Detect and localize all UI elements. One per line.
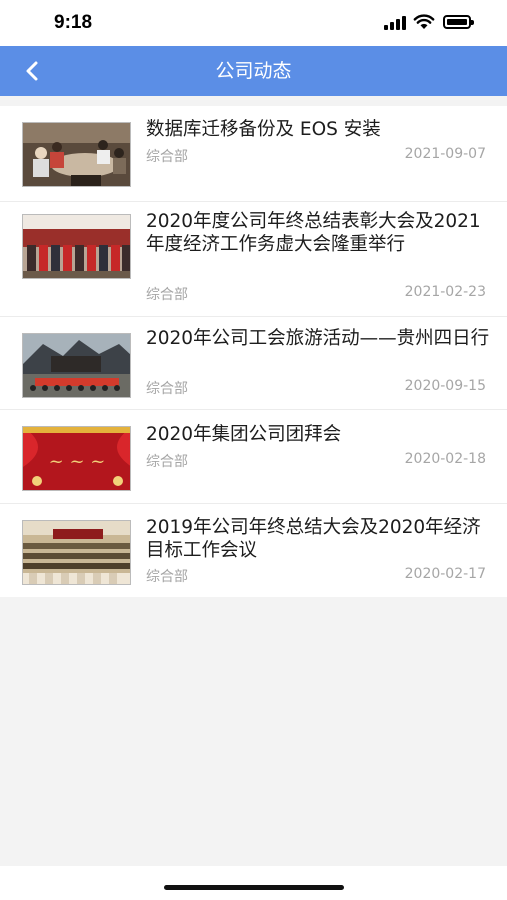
news-thumbnail: ~ ~ ~ xyxy=(22,426,131,491)
news-thumbnail xyxy=(22,520,131,585)
svg-text:~ ~ ~: ~ ~ ~ xyxy=(49,451,106,472)
news-thumbnail xyxy=(22,122,131,187)
news-item[interactable]: 2020年度公司年终总结表彰大会及2021年度经济工作务虚大会隆重举行 综合部 … xyxy=(0,202,507,317)
nav-bar: 公司动态 xyxy=(0,46,507,96)
status-time: 9:18 xyxy=(54,12,93,33)
news-title: 2020年度公司年终总结表彰大会及2021年度经济工作务虚大会隆重举行 xyxy=(146,211,481,255)
news-list: 数据库迁移备份及 EOS 安装 综合部 2021-09-07 2020年度公司年… xyxy=(0,106,507,597)
news-date: 2020-09-15 xyxy=(404,378,486,394)
news-item[interactable]: ~ ~ ~ 2020年集团公司团拜会 综合部 2020-02-18 xyxy=(0,410,507,504)
cellular-signal-icon xyxy=(384,16,408,30)
news-department: 综合部 xyxy=(146,381,188,397)
news-department: 综合部 xyxy=(146,454,188,470)
news-item[interactable]: 数据库迁移备份及 EOS 安装 综合部 2021-09-07 xyxy=(0,106,507,202)
news-thumbnail xyxy=(22,214,131,279)
news-title: 2019年公司年终总结大会及2020年经济目标工作会议 xyxy=(146,517,481,561)
news-department: 综合部 xyxy=(146,287,188,303)
news-date: 2021-02-23 xyxy=(404,284,486,300)
news-date: 2020-02-17 xyxy=(404,566,486,582)
bottom-bar xyxy=(0,866,507,900)
news-date: 2020-02-18 xyxy=(404,451,486,467)
chevron-left-icon xyxy=(26,61,38,81)
news-title: 2020年集团公司团拜会 xyxy=(146,424,342,445)
news-department: 综合部 xyxy=(146,149,188,165)
news-title: 2020年公司工会旅游活动——贵州四日行 xyxy=(146,328,490,349)
status-bar: 9:18 xyxy=(0,0,507,46)
battery-icon xyxy=(443,15,474,29)
news-item[interactable]: 2020年公司工会旅游活动——贵州四日行 综合部 2020-09-15 xyxy=(0,317,507,410)
back-button[interactable] xyxy=(14,54,50,88)
news-item[interactable]: 2019年公司年终总结大会及2020年经济目标工作会议 综合部 2020-02-… xyxy=(0,504,507,597)
news-date: 2021-09-07 xyxy=(404,146,486,162)
news-department: 综合部 xyxy=(146,569,188,585)
page-title: 公司动态 xyxy=(215,60,292,82)
news-thumbnail xyxy=(22,333,131,398)
home-indicator[interactable] xyxy=(164,885,344,890)
wifi-icon xyxy=(413,14,435,29)
news-title: 数据库迁移备份及 EOS 安装 xyxy=(146,119,381,140)
